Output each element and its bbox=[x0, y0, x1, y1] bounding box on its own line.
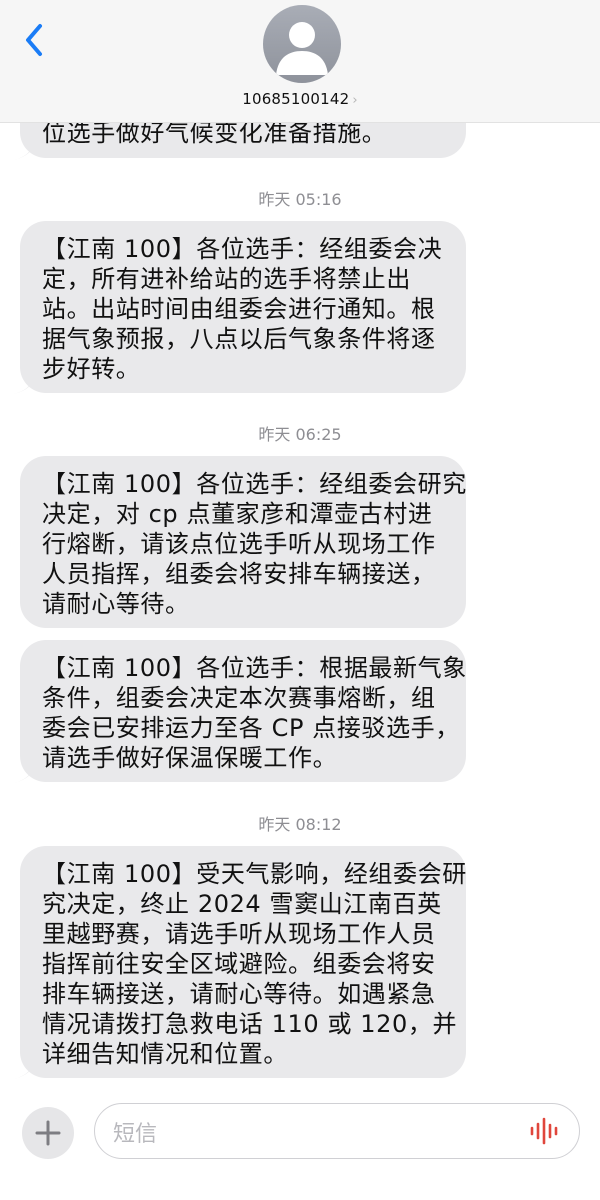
message-text-line: 【江南 100】受天气影响，经组委会研 bbox=[42, 860, 467, 888]
contact-title[interactable]: 10685100142 › bbox=[0, 90, 600, 108]
bubble-tail bbox=[13, 1059, 33, 1079]
message-text-line: 究决定，终止 2024 雪窦山江南百英 bbox=[42, 890, 442, 918]
add-attachment-button[interactable] bbox=[22, 1107, 74, 1159]
message-text-line: 里越野赛，请选手听从现场工作人员 bbox=[42, 920, 436, 948]
message-text-line: 站。出站时间由组委会进行通知。根 bbox=[42, 295, 436, 323]
bubble-tail bbox=[13, 763, 33, 783]
message-text-line: 【江南 100】各位选手：经组委会研究 bbox=[42, 470, 467, 498]
bubble-tail bbox=[13, 374, 33, 394]
message-text-line: 步好转。 bbox=[42, 355, 141, 383]
contact-number: 10685100142 bbox=[242, 90, 350, 108]
conversation-header: 10685100142 › bbox=[0, 0, 600, 123]
timestamp: 昨天 06:25 bbox=[258, 425, 342, 444]
bubble-tail bbox=[13, 140, 33, 160]
message-text-line: 据气象预报，八点以后气象条件将逐 bbox=[42, 325, 436, 353]
message-bubble[interactable]: 【江南 100】各位选手：经组委会研究 决定，对 cp 点董家彦和潭壶古村进 行… bbox=[20, 456, 466, 628]
message-input-placeholder: 短信 bbox=[113, 1122, 158, 1147]
message-text-line: 【江南 100】各位选手：经组委会决 bbox=[42, 235, 443, 263]
back-button[interactable] bbox=[20, 20, 56, 64]
message-text-line: 行熔断，请该点位选手听从现场工作 bbox=[42, 530, 436, 558]
conversation-screen: 位选手做好气候变化准备措施。 昨天 05:16 【江南 100】各位选手：经组委… bbox=[0, 0, 600, 1200]
chevron-left-icon bbox=[26, 24, 42, 56]
message-text-line: 条件，组委会决定本次赛事熔断，组 bbox=[42, 684, 436, 712]
message-text-line: 排车辆接送，请耐心等待。如遇紧急 bbox=[42, 980, 436, 1008]
message-text-line: 定，所有进补给站的选手将禁止出 bbox=[42, 265, 411, 293]
message-text-line: 决定，对 cp 点董家彦和潭壶古村进 bbox=[42, 500, 433, 528]
message-text-line: 【江南 100】各位选手：根据最新气象 bbox=[42, 654, 467, 682]
message-bubble[interactable]: 【江南 100】受天气影响，经组委会研 究决定，终止 2024 雪窦山江南百英 … bbox=[20, 846, 466, 1078]
contact-avatar[interactable] bbox=[263, 5, 341, 83]
message-text-line: 请选手做好保温保暖工作。 bbox=[42, 744, 338, 772]
timestamp: 昨天 08:12 bbox=[258, 815, 342, 834]
message-text-line: 指挥前往安全区域避险。组委会将安 bbox=[42, 950, 436, 978]
person-silhouette-icon bbox=[276, 22, 328, 75]
message-text-line: 详细告知情况和位置。 bbox=[42, 1040, 288, 1068]
message-bubble[interactable]: 【江南 100】各位选手：经组委会决 定，所有进补给站的选手将禁止出 站。出站时… bbox=[20, 221, 466, 393]
message-input[interactable]: 短信 bbox=[94, 1103, 580, 1159]
message-text-line: 请耐心等待。 bbox=[42, 590, 190, 618]
timestamp: 昨天 05:16 bbox=[258, 190, 342, 209]
message-text-line: 情况请拨打急救电话 110 或 120，并 bbox=[42, 1010, 458, 1038]
message-bubble[interactable]: 【江南 100】各位选手：根据最新气象 条件，组委会决定本次赛事熔断，组 委会已… bbox=[20, 640, 466, 782]
audio-waveform-icon[interactable] bbox=[529, 1116, 561, 1146]
chevron-right-icon: › bbox=[352, 93, 358, 108]
message-text-line: 人员指挥，组委会将安排车辆接送， bbox=[42, 560, 436, 588]
message-text-line: 委会已安排运力至各 CP 点接驳选手， bbox=[42, 714, 460, 742]
plus-icon bbox=[35, 1120, 61, 1146]
